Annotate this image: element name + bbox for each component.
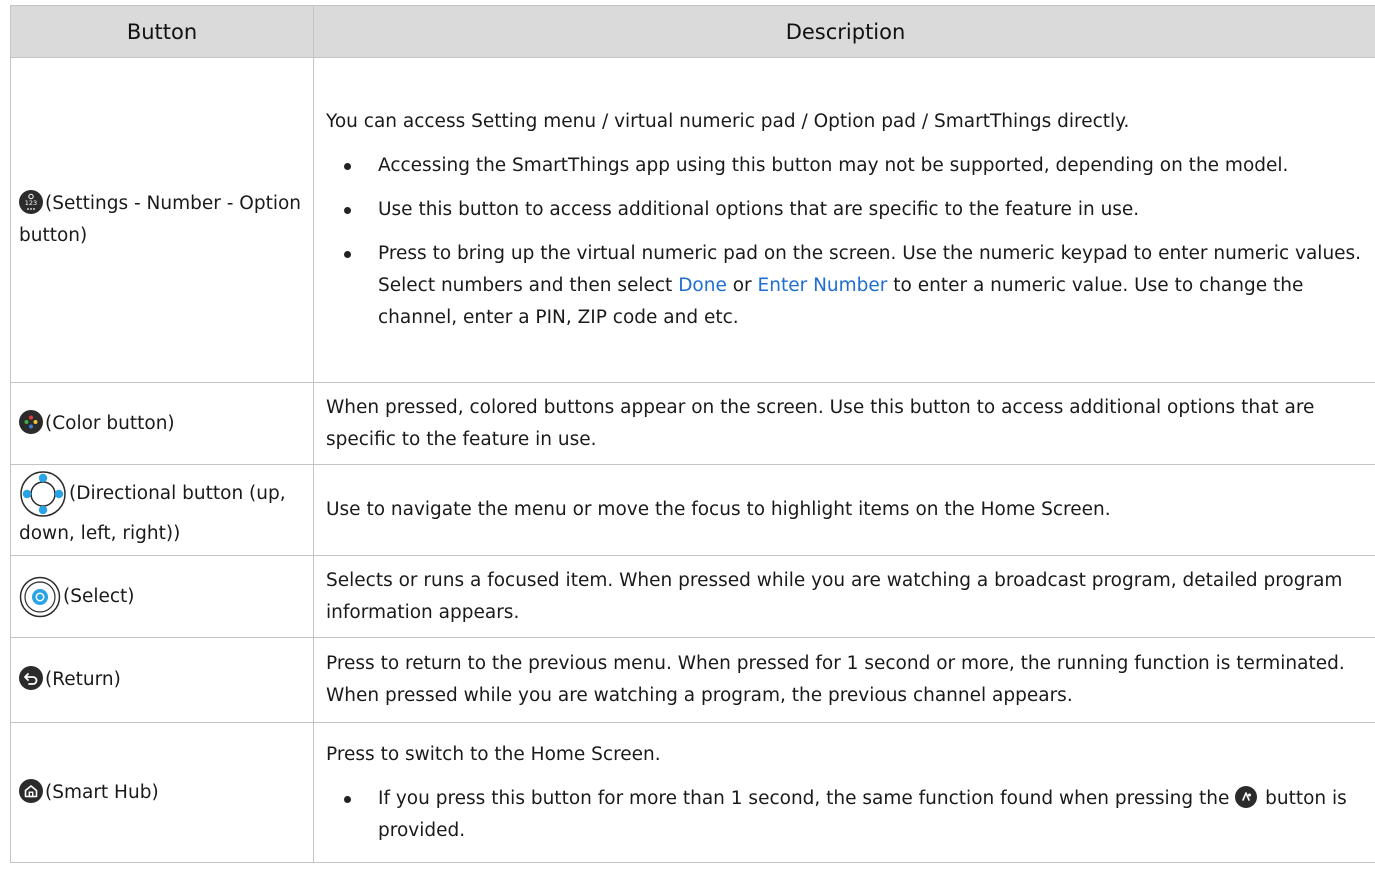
smarthub-bullet-list: If you press this button for more than 1… (326, 783, 1367, 847)
button-label-smarthub: (Smart Hub) (45, 781, 159, 803)
directional-pad-icon (19, 470, 67, 518)
select-description: Selects or runs a focused item. When pre… (326, 569, 1343, 623)
table-row-return: (Return) Press to return to the previous… (10, 637, 1375, 723)
description-cell-select: Selects or runs a focused item. When pre… (313, 555, 1375, 638)
home-icon (19, 778, 43, 803)
description-cell-color: When pressed, colored buttons appear on … (313, 382, 1375, 465)
accessibility-shortcut-icon (1235, 785, 1258, 808)
enter-number-ui-term: Enter Number (757, 275, 888, 296)
done-ui-term: Done (678, 275, 727, 296)
description-cell-return: Press to return to the previous menu. Wh… (313, 637, 1375, 723)
table-header-row: Button Description (10, 5, 1375, 58)
button-label-return: (Return) (45, 669, 121, 690)
select-button-icon (19, 576, 61, 618)
button-cell-settings: 123 (Settings - Number - Option button) (10, 57, 314, 383)
list-item: Use this button to access additional opt… (326, 194, 1367, 226)
directional-description: Use to navigate the menu or move the foc… (326, 499, 1111, 520)
button-cell-select: (Select) (10, 555, 314, 638)
settings-intro-text: You can access Setting menu / virtual nu… (326, 111, 1130, 132)
button-cell-directional: (Directional button (up, down, left, rig… (10, 464, 314, 556)
table-row-color: (Color button) When pressed, colored but… (10, 382, 1375, 465)
table-row-directional: (Directional button (up, down, left, rig… (10, 464, 1375, 556)
settings-number-option-icon: 123 (19, 190, 43, 214)
return-icon (19, 666, 43, 690)
smarthub-bullet-text-a: If you press this button for more than 1… (378, 787, 1236, 809)
color-description: When pressed, colored buttons appear on … (326, 396, 1315, 450)
button-label-settings: (Settings - Number - Option button) (19, 193, 302, 246)
table-row-settings: 123 (Settings - Number - Option button) … (10, 57, 1375, 383)
color-button-icon (19, 409, 43, 434)
button-cell-return: (Return) (10, 637, 314, 723)
column-header-button: Button (10, 5, 314, 58)
list-item: Accessing the SmartThings app using this… (326, 150, 1367, 182)
description-cell-smarthub: Press to switch to the Home Screen. If y… (313, 722, 1375, 863)
button-label-color: (Color button) (45, 412, 175, 434)
table-row-select: (Select) Selects or runs a focused item.… (10, 555, 1375, 638)
button-label-select: (Select) (63, 585, 135, 607)
settings-bullet-list: Accessing the SmartThings app using this… (326, 150, 1367, 334)
smarthub-intro-text: Press to switch to the Home Screen. (326, 743, 661, 765)
description-cell-settings: You can access Setting menu / virtual nu… (313, 57, 1375, 383)
list-item: Press to bring up the virtual numeric pa… (326, 238, 1367, 334)
button-cell-smarthub: (Smart Hub) (10, 722, 314, 863)
return-description: Press to return to the previous menu. Wh… (326, 653, 1345, 706)
svg-text:123: 123 (25, 199, 37, 207)
column-header-description: Description (313, 5, 1375, 58)
list-item: If you press this button for more than 1… (326, 783, 1367, 847)
table-row-smarthub: (Smart Hub) Press to switch to the Home … (10, 722, 1375, 863)
bullet3-text-or: or (726, 275, 758, 296)
button-cell-color: (Color button) (10, 382, 314, 465)
remote-buttons-table: Button Description 123 (Settings - Numbe… (10, 5, 1375, 863)
remote-buttons-table-wrapper: Button Description 123 (Settings - Numbe… (10, 5, 1375, 863)
description-cell-directional: Use to navigate the menu or move the foc… (313, 464, 1375, 556)
